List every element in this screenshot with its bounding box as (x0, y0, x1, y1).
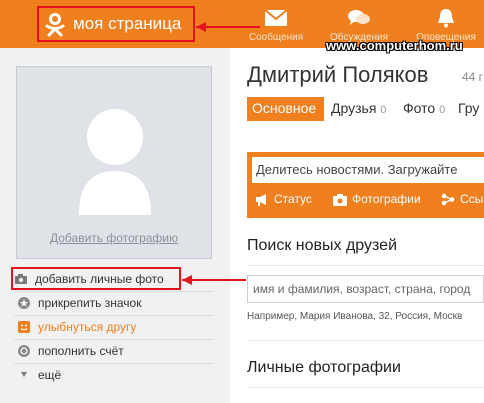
envelope-icon (264, 9, 288, 26)
tab-friends[interactable]: Друзья 0 (331, 97, 386, 121)
post-action-label: Фотографии (352, 192, 421, 206)
friends-search-input[interactable]: имя и фамилия, возраст, страна, город (247, 275, 484, 303)
menu-top-up-balance[interactable]: пополнить счёт (14, 340, 214, 363)
tab-photos[interactable]: Фото 0 (403, 97, 445, 121)
tab-count: 0 (380, 104, 387, 116)
watermark-text: www.computerhom.ru (326, 38, 463, 53)
personal-photos-title: Личные фотографии (247, 359, 401, 376)
post-composer: Делитесь новостями. Загружайте Статус Фо… (247, 152, 484, 218)
tab-main[interactable]: Основное (247, 97, 324, 121)
annotation-arrow-icon (182, 275, 246, 285)
tab-groups[interactable]: Гру (458, 97, 479, 121)
coins-icon (18, 345, 30, 357)
search-example-hint: Например, Мария Иванова, 32, Россия, Мос… (247, 311, 463, 322)
bell-icon (438, 9, 454, 28)
tab-label: Гру (458, 100, 480, 116)
odnoklassniki-logo-icon (45, 13, 65, 37)
menu-label: пополнить счёт (38, 344, 124, 358)
camera-icon (333, 194, 347, 206)
menu-label: прикрепить значок (38, 296, 142, 310)
menu-label: ещё (38, 368, 62, 382)
divider (247, 265, 484, 266)
menu-smile-friend[interactable]: улыбнуться другу (14, 316, 214, 339)
nav-messages[interactable]: Сообщения (246, 0, 306, 48)
camera-icon (15, 274, 27, 284)
add-photo-link[interactable]: Добавить фотографию (17, 231, 211, 245)
post-action-label: Статус (274, 192, 312, 206)
megaphone-icon (256, 194, 266, 206)
menu-label: улыбнуться другу (38, 320, 137, 334)
divider (247, 340, 484, 341)
tab-label: Фото (403, 100, 436, 116)
menu-label: добавить личные фото (35, 272, 164, 286)
menu-attach-badge[interactable]: прикрепить значок (14, 292, 214, 315)
post-input[interactable]: Делитесь новостями. Загружайте (252, 157, 484, 183)
star-badge-icon (18, 297, 30, 309)
menu-more[interactable]: ещё (14, 364, 214, 387)
profile-age: 44 г (462, 70, 484, 84)
friends-search-title: Поиск новых друзей (247, 237, 398, 254)
menu-add-personal-photo[interactable]: добавить личные фото (11, 267, 181, 290)
chat-bubbles-icon (348, 10, 370, 25)
triangle-down-icon (21, 372, 27, 377)
avatar-placeholder[interactable]: Добавить фотографию (16, 66, 212, 259)
default-avatar-icon (79, 109, 151, 215)
tab-label: Друзья (331, 100, 377, 116)
logo-text: моя страница (73, 14, 182, 33)
nav-label: Сообщения (248, 32, 304, 43)
profile-name: Дмитрий Поляков (247, 62, 429, 87)
link-icon (441, 193, 455, 206)
tab-count: 0 (439, 104, 446, 116)
divider (247, 387, 484, 388)
post-action-label: Ссы (460, 192, 484, 206)
tab-label: Основное (252, 100, 317, 116)
my-page-link[interactable]: моя страница (37, 6, 195, 42)
smile-icon (18, 321, 30, 333)
